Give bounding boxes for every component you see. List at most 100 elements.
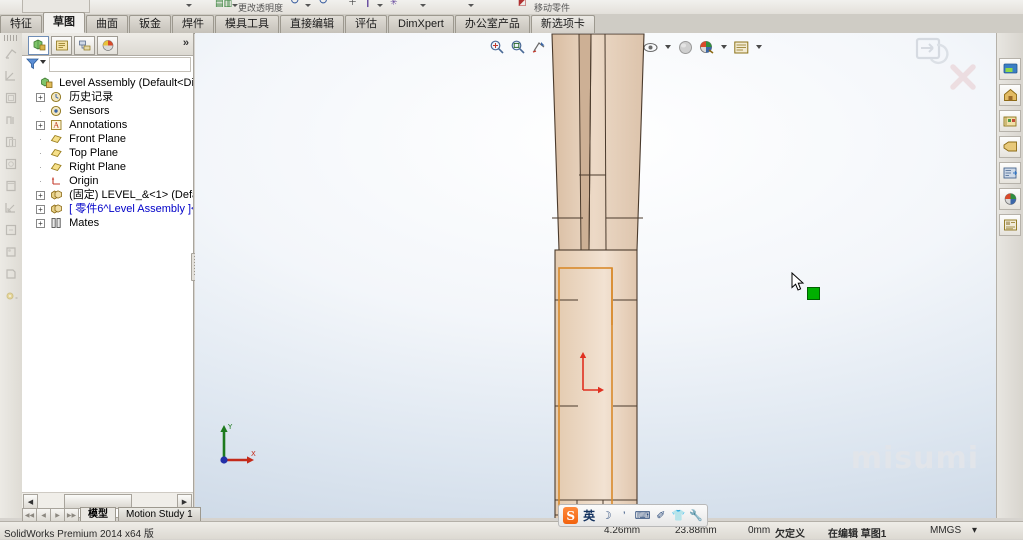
dropdown-caret-2[interactable]	[232, 4, 238, 7]
sketch-tool-icon-8[interactable]	[1, 198, 21, 218]
dropdown-caret-1[interactable]	[186, 4, 192, 7]
design-library-icon[interactable]	[999, 84, 1021, 106]
filter-input[interactable]	[49, 57, 191, 72]
tree-item-part6-component[interactable]: + [ 零件6^Level Assembly ]<	[32, 202, 193, 216]
sketch-tool-icon-4[interactable]	[1, 110, 21, 130]
tree-item-top-plane[interactable]: · Top Plane	[32, 146, 193, 160]
selected-point-indicator[interactable]	[807, 287, 820, 300]
under-defined-label: 欠定义	[775, 529, 805, 540]
tab-surfaces[interactable]: 曲面	[86, 15, 128, 33]
skin-icon[interactable]: 👕	[672, 508, 686, 523]
tab-office-products[interactable]: 办公室产品	[454, 15, 530, 33]
sketch-tool-icon-2[interactable]	[1, 66, 21, 86]
filter-icon[interactable]	[26, 57, 39, 73]
sketch-tool-icon-1[interactable]	[1, 44, 21, 64]
redo-icon[interactable]: ↻	[318, 0, 328, 6]
tab-sketch[interactable]: 草图	[43, 12, 85, 33]
toolbar-grip[interactable]	[4, 35, 18, 41]
tree-item-sensors[interactable]: · Sensors	[32, 104, 193, 118]
graphics-viewport[interactable]: Y X misumi	[195, 33, 997, 518]
custom-properties-icon[interactable]	[999, 188, 1021, 210]
tree-item-front-plane[interactable]: · Front Plane	[32, 132, 193, 146]
zoom-to-area-icon[interactable]	[508, 38, 527, 57]
tree-item-root[interactable]: Level Assembly (Default<Disp	[22, 76, 193, 90]
tree-item-label: Sensors	[69, 105, 110, 118]
tree-item-history[interactable]: + 历史记录	[32, 90, 193, 104]
sketch-tool-icon-7[interactable]	[1, 176, 21, 196]
zoom-to-fit-icon[interactable]	[487, 38, 506, 57]
assembly-model-3d[interactable]	[543, 33, 653, 518]
tree-expander[interactable]: +	[36, 190, 45, 200]
tree-expander[interactable]: +	[36, 120, 45, 130]
tab-sheetmetal[interactable]: 钣金	[129, 15, 171, 33]
units-label[interactable]: MMGS	[930, 525, 961, 536]
tab-direct-edit[interactable]: 直接编辑	[280, 15, 344, 33]
toolbox-icon[interactable]: 🔧	[689, 508, 703, 523]
marker-icon[interactable]: ❙	[364, 0, 372, 7]
move-component-icon[interactable]: ◩	[518, 0, 527, 7]
soft-keyboard-icon[interactable]: ⌨	[635, 508, 651, 523]
sketch-tool-icon-10[interactable]	[1, 242, 21, 262]
moon-icon[interactable]: ☽	[600, 508, 614, 523]
view-settings-icon[interactable]	[732, 38, 751, 57]
tree-item-right-plane[interactable]: · Right Plane	[32, 160, 193, 174]
property-manager-tab[interactable]	[51, 36, 72, 55]
units-dropdown-caret[interactable]: ▾	[972, 525, 977, 536]
dropdown-caret-3[interactable]	[305, 4, 311, 7]
input-method-icon[interactable]: ✐	[654, 508, 668, 523]
view-palette-icon[interactable]	[999, 136, 1021, 158]
filter-dropdown-caret[interactable]	[40, 60, 46, 64]
hide-show-caret[interactable]	[665, 45, 671, 49]
sketch-tool-icon-11[interactable]	[1, 264, 21, 284]
tab-new-tab[interactable]: 新选项卡	[530, 15, 595, 33]
dropdown-caret-6[interactable]	[468, 4, 474, 7]
feature-manager-tabs: »	[22, 33, 193, 56]
appearances-scenes-icon[interactable]	[999, 162, 1021, 184]
tree-expander[interactable]: +	[36, 218, 45, 228]
undo-icon[interactable]: ↺	[290, 0, 300, 6]
sketch-tool-icon-3[interactable]	[1, 88, 21, 108]
appearances-caret[interactable]	[721, 45, 727, 49]
sketch-tool-icon-9[interactable]	[1, 220, 21, 240]
sketch-tool-icon-6[interactable]	[1, 154, 21, 174]
tab-dimxpert[interactable]: DimXpert	[388, 15, 454, 33]
transparency-icon[interactable]: ▤▥	[215, 0, 232, 8]
dropdown-caret-4[interactable]	[377, 4, 383, 7]
plus-icon[interactable]: ＋	[348, 0, 357, 7]
apply-scene-icon[interactable]	[676, 38, 695, 57]
tree-item-mates[interactable]: + Mates	[32, 216, 193, 230]
tree-item-annotations[interactable]: + A Annotations	[32, 118, 193, 132]
solidworks-window: ▤▥ 更改透明度 ↺ ↻ ＋ ❙ ✳ ◩ 移动零件 特征 草图 曲面 钣金 焊件…	[0, 0, 1023, 540]
tree-item-label: Origin	[69, 175, 99, 188]
tab-mold-tools[interactable]: 模具工具	[215, 15, 279, 33]
dropdown-caret-5[interactable]	[420, 4, 426, 7]
tab-weldments[interactable]: 焊件	[172, 15, 214, 33]
sketch-options-icon[interactable]	[1, 286, 21, 306]
view-settings-caret[interactable]	[756, 45, 762, 49]
document-properties-icon[interactable]	[999, 214, 1021, 236]
input-mode-label[interactable]: 英	[582, 508, 596, 523]
tree-expander[interactable]: +	[36, 204, 45, 214]
display-manager-tab[interactable]	[97, 36, 118, 55]
feature-manager-design-tree-tab[interactable]	[28, 36, 49, 55]
tab-evaluate[interactable]: 评估	[345, 15, 387, 33]
punctuation-icon[interactable]: ’	[617, 508, 631, 523]
feature-manager-more-button[interactable]: »	[183, 37, 189, 49]
star-icon[interactable]: ✳	[390, 0, 398, 7]
appearances-icon[interactable]	[697, 38, 716, 57]
tree-item-origin[interactable]: · Origin	[32, 174, 193, 188]
plane-icon	[50, 133, 63, 145]
tree-item-level-component[interactable]: + (固定) LEVEL_&<1> (Defau	[32, 188, 193, 202]
left-toolbar	[0, 33, 23, 518]
configuration-manager-tab[interactable]	[74, 36, 95, 55]
sketch-confirm-corner	[913, 35, 983, 95]
sogou-logo-icon[interactable]: S	[563, 507, 579, 524]
tab-features[interactable]: 特征	[0, 15, 42, 33]
solidworks-resources-icon[interactable]	[999, 58, 1021, 80]
tree-expander[interactable]: +	[36, 92, 45, 102]
command-manager-tabbar: 特征 草图 曲面 钣金 焊件 模具工具 直接编辑 评估 DimXpert 办公室…	[0, 12, 1023, 43]
feature-tree-horizontal-scrollbar[interactable]: ◀ ▶	[22, 492, 193, 509]
file-explorer-icon[interactable]	[999, 110, 1021, 132]
sketch-tool-icon-5[interactable]	[1, 132, 21, 152]
tree-item-label: Right Plane	[69, 161, 126, 174]
